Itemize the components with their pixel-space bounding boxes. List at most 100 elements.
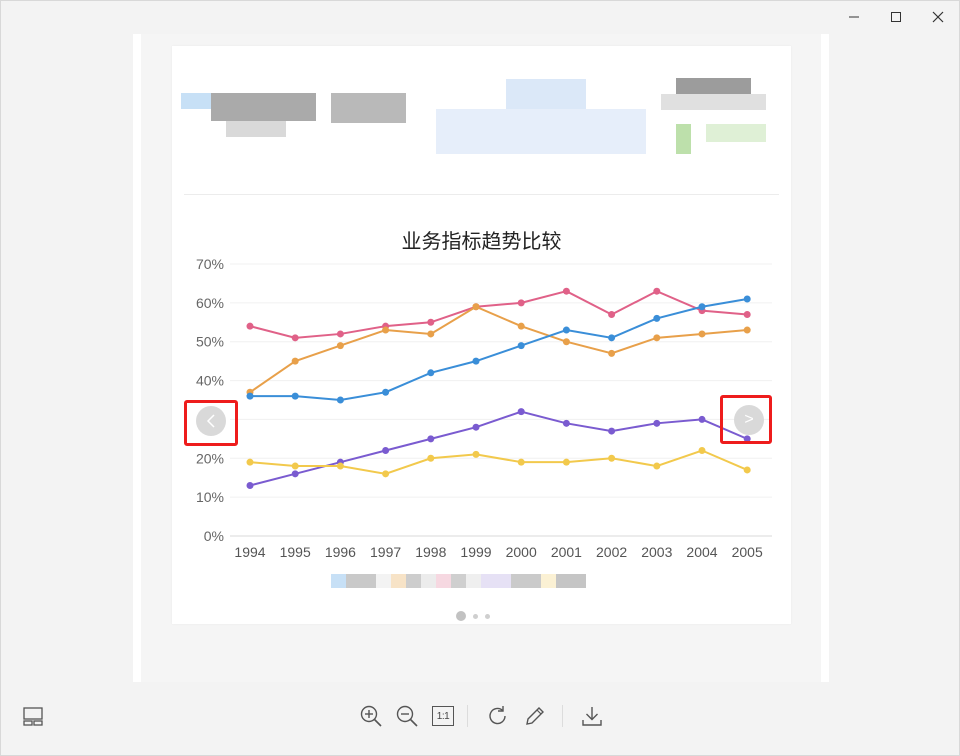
series-point (382, 326, 390, 334)
series-point (608, 334, 616, 342)
series-point (336, 330, 344, 338)
series-point (472, 303, 480, 311)
zoom-in-icon (360, 705, 382, 727)
series-point (562, 419, 570, 427)
series-point (517, 408, 525, 416)
series-point (427, 435, 435, 443)
series-point (246, 458, 254, 466)
x-tick-label: 1994 (234, 544, 265, 560)
toolbar-separator (562, 705, 563, 727)
x-tick-label: 1998 (415, 544, 446, 560)
series-line-3 (249, 410, 748, 487)
series-point (743, 311, 751, 319)
x-tick-label: 2005 (732, 544, 763, 560)
highlight-box-right (720, 395, 772, 444)
edit-button[interactable] (520, 701, 550, 731)
series-point (698, 303, 706, 311)
x-tick-label: 2002 (596, 544, 627, 560)
image-edge-right (821, 34, 829, 682)
series-point (382, 470, 390, 478)
series-point (517, 299, 525, 307)
series-point (562, 326, 570, 334)
series-point (743, 326, 751, 334)
chart-legend-blurred (331, 574, 586, 588)
series-point (562, 338, 570, 346)
series-point (608, 454, 616, 462)
series-point (336, 462, 344, 470)
download-button[interactable] (577, 701, 607, 731)
y-tick-label: 10% (196, 489, 224, 505)
series-point (653, 419, 661, 427)
minimize-button[interactable] (839, 5, 869, 29)
series-point (291, 392, 299, 400)
series-point (517, 342, 525, 350)
x-tick-label: 2001 (551, 544, 582, 560)
series-point (246, 481, 254, 489)
y-tick-label: 70% (196, 256, 224, 272)
image-edge-left (133, 34, 141, 682)
series-point (336, 396, 344, 404)
maximize-icon (891, 12, 901, 22)
series-point (743, 466, 751, 474)
series-point (698, 447, 706, 455)
x-tick-label: 1995 (280, 544, 311, 560)
y-tick-label: 40% (196, 373, 224, 389)
rotate-button[interactable] (483, 701, 513, 731)
series-point (698, 415, 706, 423)
x-tick-label: 2000 (506, 544, 537, 560)
x-tick-label: 1996 (325, 544, 356, 560)
download-icon (582, 707, 602, 726)
series-point (291, 334, 299, 342)
line-chart: 0%10%20%30%40%50%60%70%19941995199619971… (196, 256, 772, 560)
actual-size-icon: 1:1 (432, 706, 454, 726)
series-line-2 (250, 297, 748, 402)
series-point (382, 388, 390, 396)
zoom-out-icon (396, 705, 418, 727)
pager-dot[interactable] (473, 613, 478, 619)
series-point (472, 423, 480, 431)
actual-size-button[interactable]: 1:1 (428, 701, 458, 731)
pager-dot[interactable] (485, 613, 490, 619)
toolbar-separator (467, 705, 468, 727)
series-point (653, 334, 661, 342)
close-icon (932, 11, 944, 23)
highlight-box-left (184, 400, 238, 446)
series-point (743, 295, 751, 303)
series-point (291, 357, 299, 365)
pencil-icon (526, 707, 544, 725)
card-divider (184, 194, 779, 195)
minimize-icon (849, 16, 859, 18)
x-tick-label: 2004 (686, 544, 717, 560)
carousel-pager (456, 611, 490, 621)
series-point (427, 330, 435, 338)
series-point (608, 427, 616, 435)
zoom-in-button[interactable] (356, 701, 386, 731)
y-tick-label: 60% (196, 295, 224, 311)
series-point (427, 454, 435, 462)
series-point (653, 462, 661, 470)
close-button[interactable] (923, 5, 953, 29)
series-point (472, 450, 480, 458)
series-point (698, 330, 706, 338)
series-point (517, 322, 525, 330)
rotate-icon (489, 706, 506, 725)
thumbnail-icon (23, 707, 43, 726)
series-line-4 (249, 449, 748, 475)
x-tick-label: 2003 (641, 544, 672, 560)
series-point (291, 470, 299, 478)
zoom-out-button[interactable] (392, 701, 422, 731)
series-point (336, 342, 344, 350)
x-tick-label: 1999 (460, 544, 491, 560)
series-point (246, 392, 254, 400)
actual-size-label: 1:1 (436, 710, 450, 722)
thumbnails-button[interactable] (18, 701, 48, 731)
series-point (608, 349, 616, 357)
y-tick-label: 50% (196, 334, 224, 350)
pager-dot-active[interactable] (456, 611, 466, 621)
series-point (427, 369, 435, 377)
series-point (291, 462, 299, 470)
maximize-button[interactable] (881, 5, 911, 29)
x-tick-label: 1997 (370, 544, 401, 560)
series-point (472, 357, 480, 365)
series-point (608, 311, 616, 319)
